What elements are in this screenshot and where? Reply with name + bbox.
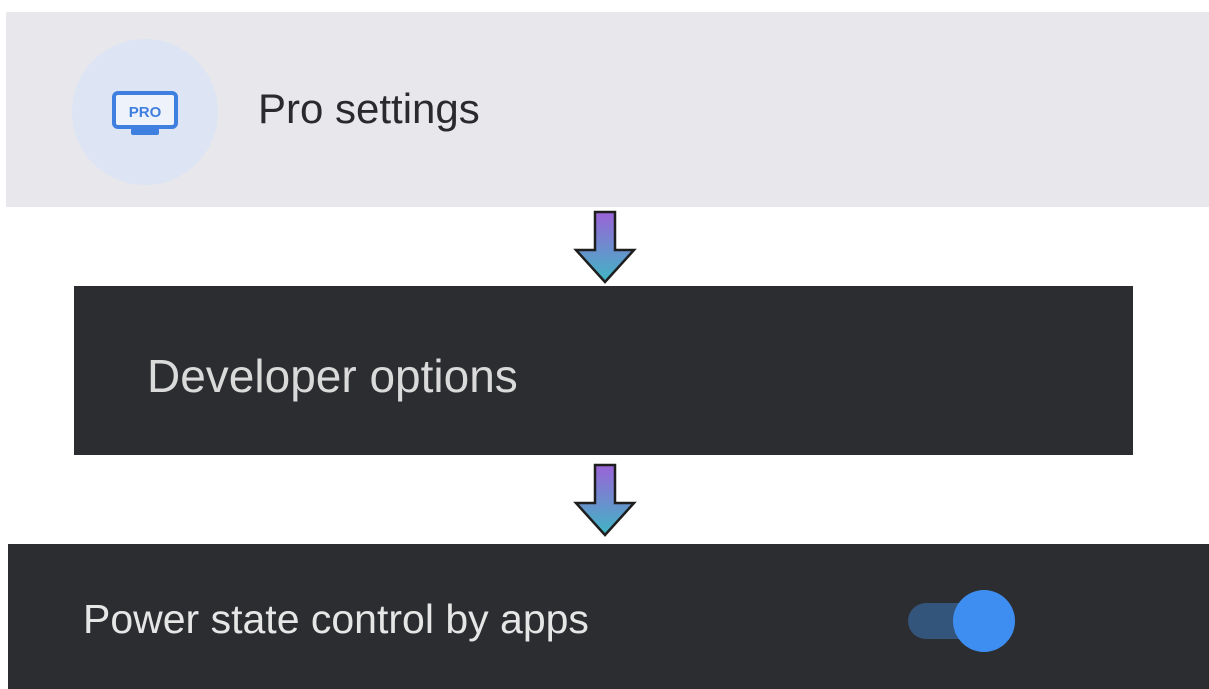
power-state-control-label: Power state control by apps (83, 596, 589, 642)
developer-options-label: Developer options (147, 350, 518, 402)
pro-settings-item[interactable]: PRO Pro settings (6, 12, 1209, 207)
arrow-down-icon (573, 210, 637, 284)
toggle-thumb (953, 590, 1015, 652)
pro-icon-text: PRO (129, 104, 162, 121)
pro-settings-label: Pro settings (258, 85, 480, 132)
pro-settings-icon-badge: PRO (72, 39, 218, 185)
pro-monitor-icon: PRO (112, 91, 178, 135)
power-state-control-item: Power state control by apps (8, 544, 1209, 689)
power-state-toggle[interactable] (908, 590, 1020, 652)
arrow-down-icon (573, 463, 637, 537)
developer-options-item[interactable]: Developer options (74, 286, 1133, 455)
